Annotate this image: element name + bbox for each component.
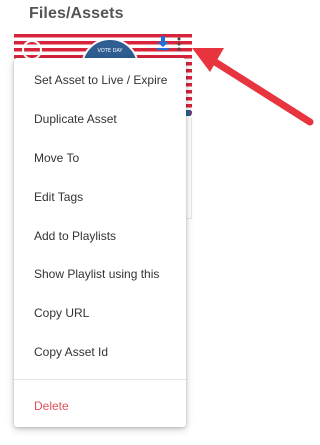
select-circle-icon[interactable]: [22, 40, 42, 60]
menu-item-delete[interactable]: Delete: [14, 387, 186, 426]
menu-item-duplicate-asset[interactable]: Duplicate Asset: [14, 100, 186, 139]
files-assets-page: Files/Assets VOTE DAY INDEPENDENCE DAY S…: [0, 0, 320, 445]
menu-item-edit-tags[interactable]: Edit Tags: [14, 178, 186, 217]
menu-item-move-to[interactable]: Move To: [14, 139, 186, 178]
menu-item-show-playlist[interactable]: Show Playlist using this: [14, 255, 186, 294]
asset-badge-text: VOTE DAY: [97, 48, 123, 54]
menu-item-copy-url[interactable]: Copy URL: [14, 294, 186, 333]
menu-divider: [14, 379, 186, 380]
download-icon[interactable]: [157, 36, 169, 50]
menu-item-add-to-playlists[interactable]: Add to Playlists: [14, 217, 186, 256]
more-vertical-icon[interactable]: [177, 37, 181, 51]
asset-context-menu: Set Asset to Live / Expire Duplicate Ass…: [14, 58, 186, 427]
arrow-pointer-icon: [192, 48, 314, 126]
menu-item-set-live-expire[interactable]: Set Asset to Live / Expire: [14, 61, 186, 100]
menu-item-copy-asset-id[interactable]: Copy Asset Id: [14, 333, 186, 372]
page-title: Files/Assets: [29, 5, 124, 22]
